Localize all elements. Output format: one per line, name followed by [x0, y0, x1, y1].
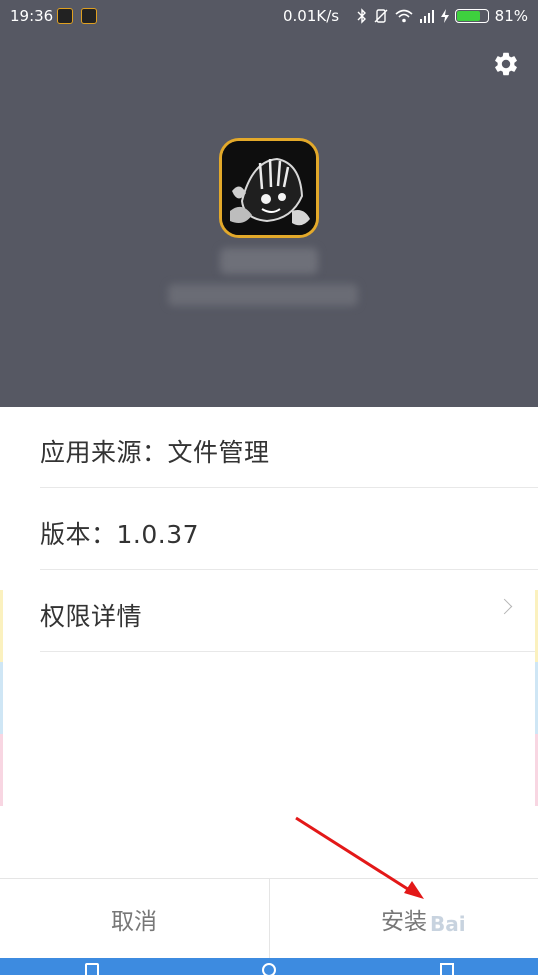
- home-icon[interactable]: [262, 963, 276, 975]
- manga-artwork-icon: [222, 141, 316, 235]
- bluetooth-icon: [357, 8, 366, 24]
- edge-strip-left: [0, 590, 3, 662]
- menu-icon[interactable]: [440, 963, 454, 975]
- notification-icon: [81, 8, 97, 24]
- battery-fill: [456, 11, 481, 21]
- edge-strip-left: [0, 662, 3, 734]
- app-info-redacted: [168, 284, 358, 306]
- gear-icon[interactable]: [492, 50, 520, 78]
- status-bar: 19:36 0.01K/s 81%: [0, 0, 538, 34]
- battery-percent: 81%: [494, 7, 528, 25]
- chevron-right-icon: [496, 598, 513, 615]
- edge-strip-left: [0, 734, 3, 806]
- app-artwork: [222, 141, 316, 235]
- permissions-label: 权限详情: [40, 602, 143, 631]
- charging-icon: [440, 9, 449, 23]
- source-row: 应用来源：文件管理: [40, 407, 538, 488]
- version-row: 版本：1.0.37: [40, 489, 538, 570]
- permissions-row[interactable]: 权限详情: [40, 571, 538, 652]
- app-header: 19:36 0.01K/s 81%: [0, 0, 538, 407]
- source-label: 应用来源：文件管理: [40, 438, 270, 467]
- version-label: 版本：1.0.37: [40, 520, 200, 549]
- signal-icon: [419, 10, 434, 23]
- cancel-button[interactable]: 取消: [0, 879, 268, 958]
- navigation-bar: [0, 958, 538, 975]
- app-icon: [219, 138, 319, 238]
- battery-icon: [454, 9, 489, 23]
- install-button[interactable]: 安装: [269, 879, 538, 958]
- watermark: Bai: [430, 912, 466, 936]
- back-icon[interactable]: [85, 963, 99, 975]
- status-indicators: 81%: [357, 7, 528, 25]
- notification-icon: [57, 8, 73, 24]
- status-time: 19:36: [10, 7, 54, 25]
- network-speed: 0.01K/s: [283, 7, 340, 25]
- app-name-redacted: [220, 248, 318, 274]
- vibrate-icon: [374, 9, 388, 23]
- wifi-icon: [395, 9, 413, 23]
